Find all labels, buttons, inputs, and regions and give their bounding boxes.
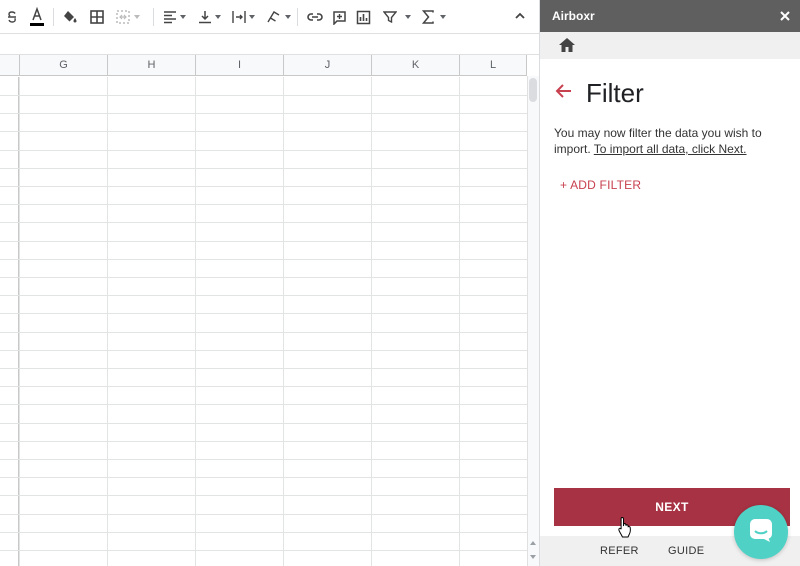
insert-chart-icon[interactable] — [356, 6, 371, 28]
grid-row-line — [0, 150, 527, 151]
merge-cells-icon[interactable] — [115, 6, 140, 28]
guide-link[interactable]: GUIDE — [668, 545, 704, 557]
grid-row-line — [0, 441, 527, 442]
insert-comment-icon[interactable] — [332, 6, 347, 28]
chevron-up-icon[interactable] — [514, 9, 526, 27]
vertical-align-icon[interactable] — [198, 6, 221, 28]
grid-row-line — [0, 368, 527, 369]
text-rotation-icon[interactable] — [266, 6, 291, 28]
grid-row-line — [0, 404, 527, 405]
text-color-icon[interactable] — [29, 6, 45, 28]
chevron-down-icon — [134, 15, 140, 19]
addon-sidebar: Airboxr Filter You may now filter the da… — [539, 0, 800, 566]
hand-cursor-icon — [617, 516, 633, 543]
filter-icon[interactable] — [383, 6, 411, 28]
column-header-g[interactable]: G — [20, 55, 108, 76]
grid-row-line — [0, 259, 527, 260]
chat-launcher[interactable] — [734, 505, 788, 559]
chevron-down-icon — [405, 15, 411, 19]
borders-icon[interactable] — [89, 6, 105, 28]
home-bar — [540, 32, 800, 59]
column-header-h[interactable]: H — [108, 55, 196, 76]
cell-grid[interactable] — [0, 77, 527, 566]
grid-row-line — [0, 550, 527, 551]
strikethrough-icon[interactable] — [5, 6, 19, 28]
scroll-down-icon[interactable] — [530, 555, 536, 559]
refer-link[interactable]: REFER — [600, 545, 639, 557]
grid-row-line — [0, 168, 527, 169]
grid-row-line — [0, 295, 527, 296]
grid-row-line — [0, 277, 527, 278]
grid-row-line — [0, 222, 527, 223]
grid-row-line — [0, 459, 527, 460]
grid-row-line — [0, 313, 527, 314]
grid-row-line — [0, 332, 527, 333]
chevron-down-icon — [440, 15, 446, 19]
home-icon[interactable] — [558, 37, 576, 58]
back-arrow-icon[interactable] — [555, 83, 573, 104]
grid-row-line — [0, 186, 527, 187]
fill-color-icon[interactable] — [62, 6, 78, 28]
grid-row-line — [0, 495, 527, 496]
horizontal-align-icon[interactable] — [163, 6, 186, 28]
add-filter-button[interactable]: + ADD FILTER — [560, 178, 641, 192]
scroll-up-icon[interactable] — [530, 541, 536, 545]
close-icon[interactable] — [779, 9, 791, 27]
grid-row-line — [0, 532, 527, 533]
grid-row-line — [0, 113, 527, 114]
column-header-l[interactable]: L — [460, 55, 527, 76]
grid-row-line — [0, 241, 527, 242]
grid-row-line — [0, 350, 527, 351]
insert-link-icon[interactable] — [306, 6, 324, 28]
grid-row-line — [0, 514, 527, 515]
toolbar-divider — [153, 8, 154, 26]
chevron-down-icon — [285, 15, 291, 19]
column-header-j[interactable]: J — [284, 55, 372, 76]
toolbar-divider — [53, 8, 54, 26]
page-title: Filter — [586, 78, 644, 108]
grid-row-line — [0, 95, 527, 96]
toolbar — [0, 0, 539, 34]
vertical-scrollbar[interactable] — [527, 76, 539, 566]
chevron-down-icon — [180, 15, 186, 19]
scrollbar-thumb[interactable] — [529, 78, 537, 102]
formula-bar[interactable] — [0, 34, 539, 55]
chevron-down-icon — [215, 15, 221, 19]
column-header-stub — [0, 55, 20, 76]
grid-row-line — [0, 204, 527, 205]
text-wrap-icon[interactable] — [232, 6, 255, 28]
chevron-down-icon — [249, 15, 255, 19]
column-header-i[interactable]: I — [196, 55, 284, 76]
grid-row-line — [0, 131, 527, 132]
column-header-k[interactable]: K — [372, 55, 460, 76]
toolbar-divider — [297, 8, 298, 26]
grid-row-line — [0, 386, 527, 387]
import-all-link[interactable]: To import all data, click Next. — [594, 142, 747, 156]
filter-description: You may now filter the data you wish to … — [554, 125, 790, 157]
functions-icon[interactable] — [422, 6, 446, 28]
chat-icon — [748, 517, 774, 548]
grid-row-line — [0, 477, 527, 478]
sidebar-header: Airboxr — [540, 0, 800, 32]
grid-row-line — [0, 423, 527, 424]
sidebar-title: Airboxr — [552, 9, 595, 23]
